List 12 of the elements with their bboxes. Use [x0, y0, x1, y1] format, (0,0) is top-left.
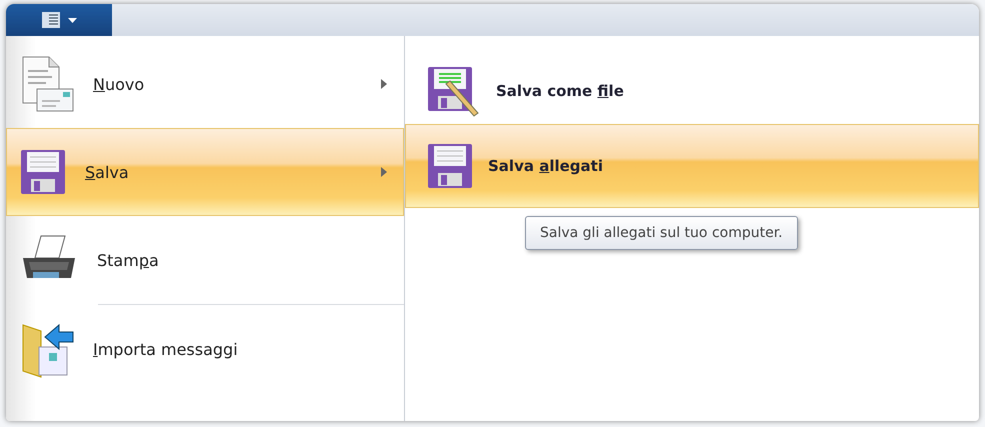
menu-item[interactable]: Importa messaggi — [6, 305, 404, 393]
list-icon — [42, 12, 60, 28]
menu-item[interactable]: Salva — [6, 128, 404, 216]
submenu-item[interactable]: Salva allegati — [405, 124, 979, 208]
app-menu-button[interactable] — [6, 4, 112, 36]
menu-item[interactable]: Stampa — [6, 216, 404, 304]
submenu-arrow-icon — [381, 79, 387, 89]
caret-icon — [68, 18, 76, 22]
submenu-item[interactable]: Salva come file — [405, 58, 979, 124]
tooltip: Salva gli allegati sul tuo computer. — [525, 216, 798, 250]
menu-item[interactable]: Nuovo — [6, 40, 404, 128]
submenu-arrow-icon — [381, 167, 387, 177]
